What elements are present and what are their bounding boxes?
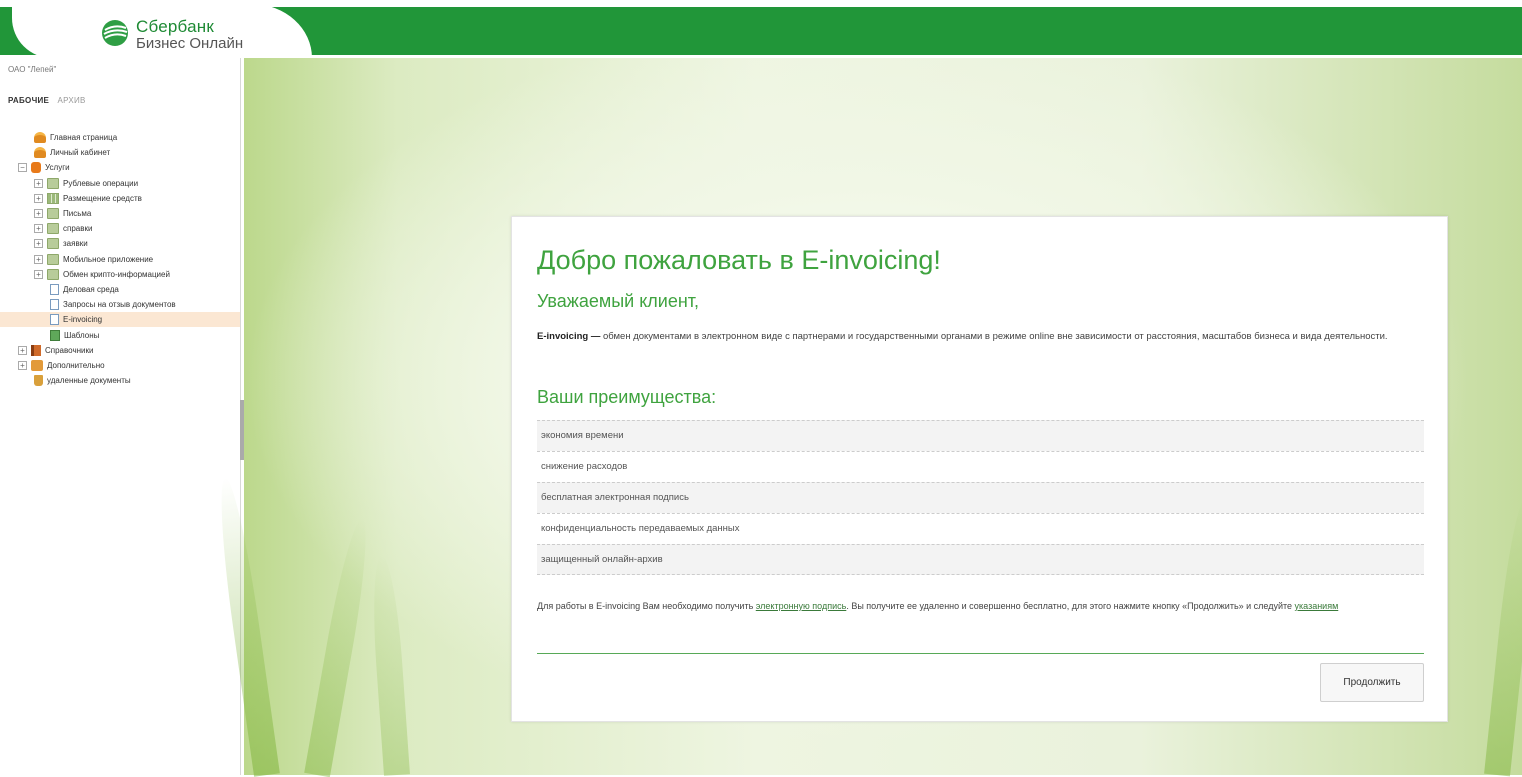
expand-icon[interactable]: + [34,239,43,249]
sidebar-item-mobile-app[interactable]: + Мобильное приложение [0,252,240,267]
expand-icon[interactable]: + [18,345,27,355]
additional-icon [31,359,43,371]
expand-icon[interactable]: + [34,269,43,279]
brand-name: Сбербанк [136,17,214,36]
home-icon [34,132,46,144]
workspace-tabs: РАБОЧИЕ АРХИВ [8,96,86,105]
logo[interactable]: Сбербанк Бизнес Онлайн [12,4,312,58]
sidebar-item-additional[interactable]: + Дополнительно [0,358,240,373]
cabinet-icon [34,147,46,159]
sidebar-item-certificates[interactable]: + справки [0,221,240,236]
greeting: Уважаемый клиент, [537,291,700,311]
sidebar-item-label: Рублевые операции [63,178,139,188]
sidebar-item-label: Справочники [45,345,94,355]
sidebar-item-label: Обмен крипто-информацией [63,269,170,279]
sidebar-item-letters[interactable]: + Письма [0,206,240,221]
expand-icon[interactable]: + [34,254,43,264]
trash-icon [34,375,43,387]
sidebar-item-business-environment[interactable]: Деловая среда [0,282,240,297]
electronic-signature-link[interactable]: электронную подпись [756,601,847,611]
sidebar-item-label: Шаблоны [64,330,100,340]
continue-button[interactable]: Продолжить [1320,663,1424,702]
grass-decoration [368,554,410,776]
sidebar-item-crypto-exchange[interactable]: + Обмен крипто-информацией [0,267,240,282]
page-title: Добро пожаловать в E-invoicing! [537,245,941,275]
sidebar-item-label: Запросы на отзыв документов [63,300,176,310]
collapse-icon[interactable]: − [18,163,27,173]
intro-description: обмен документами в электронном виде с п… [600,331,1388,342]
list-item: защищенный онлайн-архив [537,544,1424,575]
sidebar-item-label: Услуги [45,163,70,173]
sidebar-item-deposits[interactable]: + Размещение средств [0,191,240,206]
folder-icon [47,253,59,265]
sberbank-logo-icon [102,20,128,46]
instructions-link[interactable]: указаниям [1295,601,1339,611]
templates-icon [50,329,60,341]
tab-archive[interactable]: АРХИВ [57,96,85,105]
table-folder-icon [47,192,59,204]
services-icon [31,162,41,174]
sidebar-item-e-invoicing[interactable]: E-invoicing [0,312,240,328]
list-item: бесплатная электронная подпись [537,482,1424,513]
list-item: снижение расходов [537,451,1424,482]
intro-term: E-invoicing — [537,331,601,342]
expand-icon[interactable]: + [18,360,27,370]
list-item: конфиденциальность передаваемых данных [537,513,1424,544]
advantages-list: экономия времени снижение расходов беспл… [537,420,1424,575]
folder-icon [47,208,59,220]
list-item: экономия времени [537,420,1424,451]
folder-icon [47,223,59,235]
sidebar-item-label: Мобильное приложение [63,254,154,264]
sidebar-item-cabinet[interactable]: Личный кабинет [0,145,240,160]
document-icon [50,314,59,326]
note-text: Для работы в E-invoicing Вам необходимо … [537,601,756,611]
sidebar-item-services[interactable]: − Услуги [0,160,240,175]
sidebar-item-ruble-operations[interactable]: + Рублевые операции [0,176,240,191]
intro-text: E-invoicing — обмен документами в электр… [537,327,1417,346]
sidebar-item-label: справки [63,224,93,234]
sidebar-item-label: Дополнительно [47,360,105,370]
document-icon [50,299,59,311]
sidebar-item-templates[interactable]: Шаблоны [0,327,240,342]
sidebar-item-home[interactable]: Главная страница [0,130,240,145]
tab-working[interactable]: РАБОЧИЕ [8,96,49,105]
sidebar-item-label: Деловая среда [63,284,119,294]
folder-icon [47,268,59,280]
organization-name: ОАО "Лепей" [8,65,57,74]
welcome-card: Добро пожаловать в E-invoicing! Уважаемы… [511,216,1448,722]
sidebar-item-label: заявки [63,239,88,249]
expand-icon[interactable]: + [34,224,43,234]
sidebar-item-label: удаленные документы [47,376,131,386]
expand-icon[interactable]: + [34,209,43,219]
sidebar-item-label: Главная страница [50,133,118,143]
folder-icon [47,238,59,250]
grass-decoration [304,516,375,777]
brand-product: Бизнес Онлайн [136,35,244,52]
divider [537,653,1424,654]
app-header: Сбербанк Бизнес Онлайн [0,0,1522,60]
document-icon [50,283,59,295]
sidebar-item-label: E-invoicing [63,315,103,325]
sidebar: ОАО "Лепей" РАБОЧИЕ АРХИВ Главная страни… [0,58,241,775]
book-icon [31,344,41,356]
note-text: . Вы получите ее удаленно и совершенно б… [846,601,1295,611]
sidebar-item-deleted-documents[interactable]: удаленные документы [0,373,240,388]
sidebar-item-recall-requests[interactable]: Запросы на отзыв документов [0,297,240,312]
expand-icon[interactable]: + [34,193,43,203]
navigation-tree: Главная страница Личный кабинет − Услуги… [0,130,240,388]
sidebar-item-label: Размещение средств [63,193,142,203]
grass-decoration [1484,495,1522,777]
sidebar-item-directories[interactable]: + Справочники [0,343,240,358]
sidebar-item-label: Письма [63,209,92,219]
sidebar-item-requests[interactable]: + заявки [0,236,240,251]
folder-icon [47,177,59,189]
expand-icon[interactable]: + [34,178,43,188]
sidebar-item-label: Личный кабинет [50,148,111,158]
advantages-title: Ваши преимущества: [537,387,717,407]
instruction-text: Для работы в E-invoicing Вам необходимо … [537,596,1417,616]
